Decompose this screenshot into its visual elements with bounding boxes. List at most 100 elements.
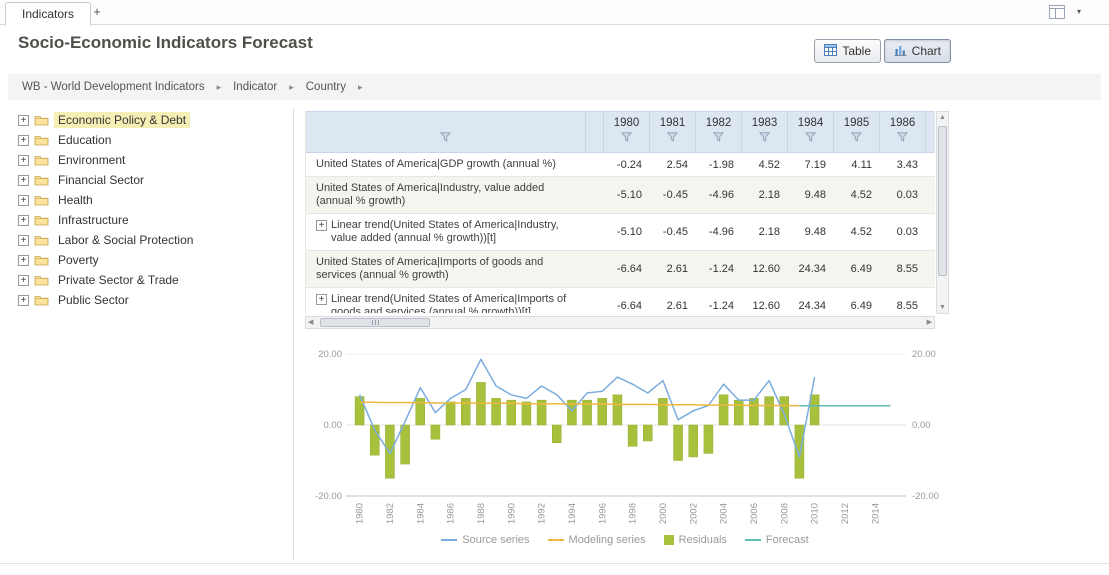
year-column-header-1980[interactable]: 1980: [604, 112, 650, 153]
filter-icon[interactable]: [713, 132, 724, 145]
legend-item-modeling-series[interactable]: Modeling series: [548, 534, 646, 546]
row-spacer: [586, 214, 604, 250]
year-column-header-1981[interactable]: 1981: [650, 112, 696, 153]
x-axis-label: 1986: [446, 503, 457, 524]
x-axis-label: 2004: [719, 503, 730, 524]
year-label: 1986: [890, 117, 916, 129]
value-cell: -0.45: [650, 177, 696, 213]
sidebar-item-label: Infrastructure: [54, 212, 133, 228]
sidebar-item-environment[interactable]: + Environment: [18, 150, 290, 170]
filter-icon[interactable]: [851, 132, 862, 145]
row-header-cell[interactable]: +Linear trend(United States of America|I…: [306, 214, 586, 250]
year-column-header-1984[interactable]: 1984: [788, 112, 834, 153]
expand-icon[interactable]: +: [18, 255, 29, 266]
row-header-cell[interactable]: United States of America|Imports of good…: [306, 251, 586, 287]
expand-icon[interactable]: +: [18, 215, 29, 226]
residual-bar: [658, 398, 667, 425]
filter-icon[interactable]: [897, 132, 908, 145]
legend-item-forecast[interactable]: Forecast: [745, 534, 809, 546]
expand-icon[interactable]: +: [316, 294, 327, 305]
filter-icon[interactable]: [621, 132, 632, 145]
row-header-cell[interactable]: United States of America|GDP growth (ann…: [306, 153, 586, 176]
residual-bar: [810, 395, 819, 425]
legend-label: Source series: [462, 534, 529, 546]
sidebar-item-economic-policy-debt[interactable]: +Economic Policy & Debt: [18, 110, 290, 130]
residual-bar: [765, 397, 774, 425]
table-view-button[interactable]: Table: [814, 39, 881, 63]
value-cell: -5.10: [604, 214, 650, 250]
breadcrumb-item-country[interactable]: Country: [306, 81, 346, 93]
scroll-right-arrow[interactable]: ▶: [927, 317, 932, 328]
value-cell: -6.64: [604, 251, 650, 287]
expand-icon[interactable]: +: [18, 235, 29, 246]
folder-icon: [34, 174, 49, 186]
expand-icon[interactable]: +: [18, 155, 29, 166]
folder-icon: [34, 154, 49, 166]
filter-icon[interactable]: [667, 132, 678, 145]
value-cell: 2.18: [742, 177, 788, 213]
expand-icon[interactable]: +: [316, 220, 327, 231]
expand-icon[interactable]: +: [18, 135, 29, 146]
x-axis-label: 2010: [810, 503, 821, 524]
y-axis-label-right: 0.00: [912, 420, 931, 431]
sidebar-item-poverty[interactable]: +Poverty: [18, 250, 290, 270]
expand-icon[interactable]: +: [18, 275, 29, 286]
filter-icon[interactable]: [759, 132, 770, 145]
filter-icon[interactable]: [805, 132, 816, 145]
legend-item-source-series[interactable]: Source series: [441, 534, 529, 546]
row-filler: [926, 251, 935, 287]
value-cell: 2.61: [650, 288, 696, 313]
layout-icon[interactable]: [1049, 5, 1065, 19]
value-cell: 8.55: [880, 288, 926, 313]
vertical-scroll-thumb[interactable]: [938, 126, 947, 276]
sidebar-item-financial-sector[interactable]: +Financial Sector: [18, 170, 290, 190]
value-cell: 24.34: [788, 288, 834, 313]
chart-view-button[interactable]: Chart: [884, 39, 951, 63]
filter-icon[interactable]: [440, 129, 451, 147]
sidebar-item-education[interactable]: +Education: [18, 130, 290, 150]
legend-item-residuals[interactable]: Residuals: [664, 534, 727, 546]
horizontal-scrollbar[interactable]: ◀ ▶: [305, 316, 935, 329]
year-column-header-1982[interactable]: 1982: [696, 112, 742, 153]
year-column-header-1985[interactable]: 1985: [834, 112, 880, 153]
x-axis-label: 1994: [567, 503, 578, 524]
expand-icon[interactable]: +: [18, 195, 29, 206]
row-filler: [926, 214, 935, 250]
sidebar-item-labor-social-protection[interactable]: +Labor & Social Protection: [18, 230, 290, 250]
residual-bar: [492, 398, 501, 425]
year-column-header-1983[interactable]: 1983: [742, 112, 788, 153]
horizontal-scroll-thumb[interactable]: [320, 318, 430, 327]
scroll-left-arrow[interactable]: ◀: [308, 317, 313, 328]
chevron-right-icon: ▸: [358, 82, 363, 93]
value-cell: 8.55: [880, 251, 926, 287]
sidebar-item-health[interactable]: +Health: [18, 190, 290, 210]
year-column-header-1986[interactable]: 1986: [880, 112, 926, 153]
sidebar-item-infrastructure[interactable]: + Infrastructure: [18, 210, 290, 230]
breadcrumb-item-dataset[interactable]: WB - World Development Indicators: [22, 81, 205, 93]
value-cell: -4.96: [696, 214, 742, 250]
expand-icon[interactable]: +: [18, 115, 29, 126]
residual-bar: [674, 425, 683, 461]
scroll-up-arrow[interactable]: ▲: [937, 112, 948, 123]
chevron-down-icon[interactable]: ▾: [1077, 7, 1081, 16]
expand-icon[interactable]: +: [18, 175, 29, 186]
tab-bar: Indicators + ▾: [0, 0, 1109, 25]
sidebar-item-private-sector-trade[interactable]: +Private Sector & Trade: [18, 270, 290, 290]
expand-icon[interactable]: +: [18, 295, 29, 306]
row-header-cell[interactable]: United States of America|Industry, value…: [306, 177, 586, 213]
value-cell: 4.11: [834, 153, 880, 176]
breadcrumb-item-indicator[interactable]: Indicator: [233, 81, 277, 93]
row-header-cell[interactable]: +Linear trend(United States of America|I…: [306, 288, 586, 313]
tab-indicators[interactable]: Indicators: [5, 2, 91, 26]
residual-bar: [704, 425, 713, 453]
row-spacer: [586, 177, 604, 213]
frozen-column-spacer: [586, 112, 604, 153]
sidebar-item-public-sector[interactable]: +Public Sector: [18, 290, 290, 310]
x-axis-label: 1988: [476, 503, 487, 524]
y-axis-label: 0.00: [324, 420, 343, 431]
sidebar-item-label: Environment: [54, 152, 129, 168]
row-filler: [926, 177, 935, 213]
vertical-scrollbar[interactable]: ▲ ▼: [936, 111, 949, 314]
scroll-down-arrow[interactable]: ▼: [937, 302, 948, 313]
year-label: 1981: [660, 117, 686, 129]
